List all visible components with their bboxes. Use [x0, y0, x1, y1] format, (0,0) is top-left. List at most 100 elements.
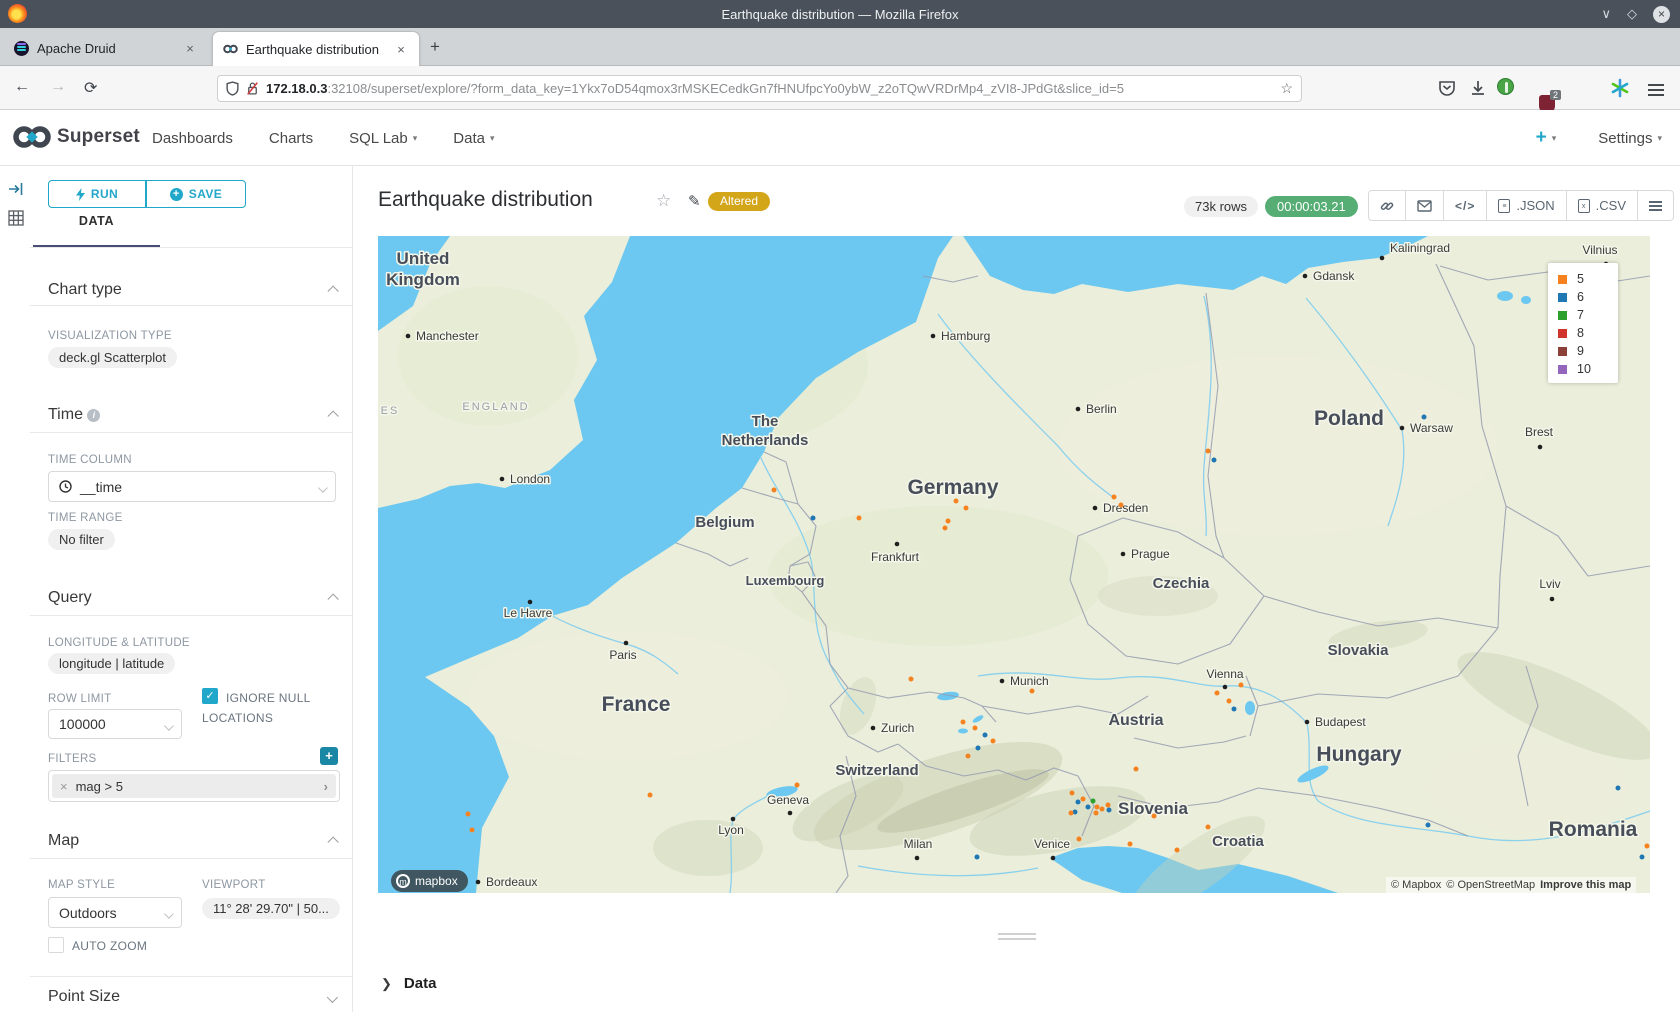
pocket-icon[interactable]: [1437, 78, 1457, 98]
nav-item-dashboards[interactable]: Dashboards: [152, 130, 233, 147]
map-label: Gdansk: [1313, 269, 1355, 283]
map-label: Kingdom: [386, 270, 460, 289]
menu-icon[interactable]: [1648, 81, 1668, 101]
add-new-button[interactable]: + ▾: [1536, 127, 1557, 149]
viz-type-value[interactable]: deck.gl Scatterplot: [48, 347, 177, 368]
map-label: France: [602, 693, 671, 716]
window-restore-icon[interactable]: ◇: [1627, 6, 1637, 22]
url-bar[interactable]: 172.18.0.3:32108/superset/explore/?form_…: [217, 75, 1302, 102]
filters-label: FILTERS: [48, 753, 97, 765]
window-minimize-icon[interactable]: ∨: [1601, 6, 1611, 22]
legend-item: 5: [1558, 270, 1618, 288]
scatter-point: [1076, 800, 1081, 805]
resize-handle[interactable]: [998, 933, 1036, 943]
ignore-null-checkbox[interactable]: ✓: [202, 688, 218, 704]
map-label: Geneva: [767, 793, 809, 807]
window-close-icon[interactable]: ×: [1653, 6, 1670, 23]
remove-filter-icon[interactable]: ×: [60, 779, 68, 794]
legend-label: 7: [1577, 308, 1584, 322]
time-column-select[interactable]: __time: [48, 471, 336, 502]
nav-item-charts[interactable]: Charts: [269, 130, 313, 147]
export-csv-button[interactable]: x .CSV: [1567, 191, 1638, 220]
email-button[interactable]: [1406, 191, 1444, 220]
tab-data[interactable]: DATA: [33, 214, 160, 240]
close-tab-icon[interactable]: ×: [393, 42, 409, 57]
map-label: Hungary: [1316, 743, 1402, 766]
viewport-value[interactable]: 11° 28' 29.70" | 50...: [202, 898, 340, 919]
city-dot: [731, 817, 736, 822]
forward-button[interactable]: →: [50, 78, 66, 96]
scatter-point: [1206, 825, 1211, 830]
run-button[interactable]: RUN: [48, 180, 146, 208]
improve-map-link[interactable]: Improve this map: [1540, 879, 1631, 891]
mapbox-attribution-link[interactable]: © Mapbox: [1391, 879, 1441, 891]
city-dot: [1538, 445, 1543, 450]
insecure-lock-icon[interactable]: [246, 81, 259, 96]
favorite-star-icon[interactable]: ☆: [656, 191, 671, 211]
scatter-point: [1112, 495, 1117, 500]
section-point-size[interactable]: Point Size: [48, 988, 335, 1006]
edit-title-icon[interactable]: ✎: [688, 192, 701, 210]
scatter-point: [1107, 808, 1112, 813]
extension-green-icon[interactable]: [1497, 78, 1514, 95]
shield-icon[interactable]: [226, 81, 239, 96]
expand-panel-icon[interactable]: [8, 182, 24, 196]
section-query[interactable]: Query: [48, 589, 335, 607]
deckgl-map[interactable]: ENGLANDES UnitedKingdomTheNetherlandsBel…: [378, 236, 1650, 893]
superset-logo[interactable]: Superset: [12, 124, 140, 150]
section-map[interactable]: Map: [48, 832, 335, 850]
map-label: Berlin: [1086, 402, 1117, 416]
downloads-icon[interactable]: [1468, 78, 1488, 98]
map-label: ENGLAND: [462, 401, 529, 413]
extension-asterisk-icon[interactable]: [1610, 78, 1630, 98]
section-chart-type[interactable]: Chart type: [48, 281, 335, 299]
tab-title: Earthquake distribution: [246, 42, 385, 57]
back-button[interactable]: ←: [14, 78, 30, 96]
scatter-point: [1100, 807, 1105, 812]
nav-item-sql-lab[interactable]: SQL Lab▾: [349, 130, 417, 147]
close-tab-icon[interactable]: ×: [182, 41, 198, 56]
export-json-button[interactable]: ≡ .JSON: [1487, 191, 1566, 220]
lonlat-value[interactable]: longitude | latitude: [48, 653, 175, 674]
tab-earthquake-distribution[interactable]: Earthquake distribution ×: [212, 31, 420, 66]
osm-attribution-link[interactable]: © OpenStreetMap: [1446, 879, 1535, 891]
map-label: Lyon: [718, 823, 744, 837]
city-dot: [500, 477, 505, 482]
city-dot: [1223, 685, 1228, 690]
scatter-point: [470, 828, 475, 833]
more-options-button[interactable]: [1638, 191, 1673, 220]
chevron-right-icon[interactable]: ›: [324, 779, 328, 794]
legend-swatch: [1558, 347, 1567, 356]
filter-chip[interactable]: × mag > 5 ›: [52, 774, 336, 798]
clock-icon: [59, 480, 72, 493]
row-limit-select[interactable]: 100000: [48, 709, 182, 739]
grid-icon[interactable]: [8, 210, 24, 226]
time-range-value[interactable]: No filter: [48, 529, 115, 550]
data-panel-toggle[interactable]: ❯ Data: [381, 975, 436, 992]
map-label: Romania: [1549, 818, 1638, 841]
bookmark-star-icon[interactable]: ☆: [1280, 80, 1293, 97]
copy-link-button[interactable]: [1369, 191, 1406, 220]
auto-zoom-checkbox[interactable]: [48, 937, 64, 953]
city-dot: [1076, 407, 1081, 412]
new-tab-button[interactable]: +: [430, 37, 440, 57]
add-filter-button[interactable]: +: [320, 747, 338, 765]
chevron-up-icon: [327, 410, 338, 421]
reload-button[interactable]: ⟳: [84, 78, 97, 98]
nav-item-data[interactable]: Data▾: [453, 130, 494, 147]
embed-code-button[interactable]: </>: [1444, 191, 1487, 220]
settings-menu[interactable]: Settings ▾: [1598, 130, 1662, 147]
scatter-point: [1152, 814, 1157, 819]
scatter-point: [1086, 805, 1091, 810]
scatter-point: [1134, 767, 1139, 772]
map-label: Manchester: [416, 329, 479, 343]
section-time[interactable]: Time i: [48, 406, 335, 424]
map-label: Poland: [1314, 407, 1384, 430]
mapbox-logo[interactable]: m mapbox: [391, 870, 468, 892]
dataset-rail: [0, 166, 30, 1012]
tab-apache-druid[interactable]: Apache Druid ×: [4, 31, 208, 66]
legend-label: 5: [1577, 272, 1584, 286]
map-style-select[interactable]: Outdoors: [48, 897, 182, 928]
save-button[interactable]: + SAVE: [146, 180, 246, 208]
map-label: Milan: [904, 837, 933, 851]
